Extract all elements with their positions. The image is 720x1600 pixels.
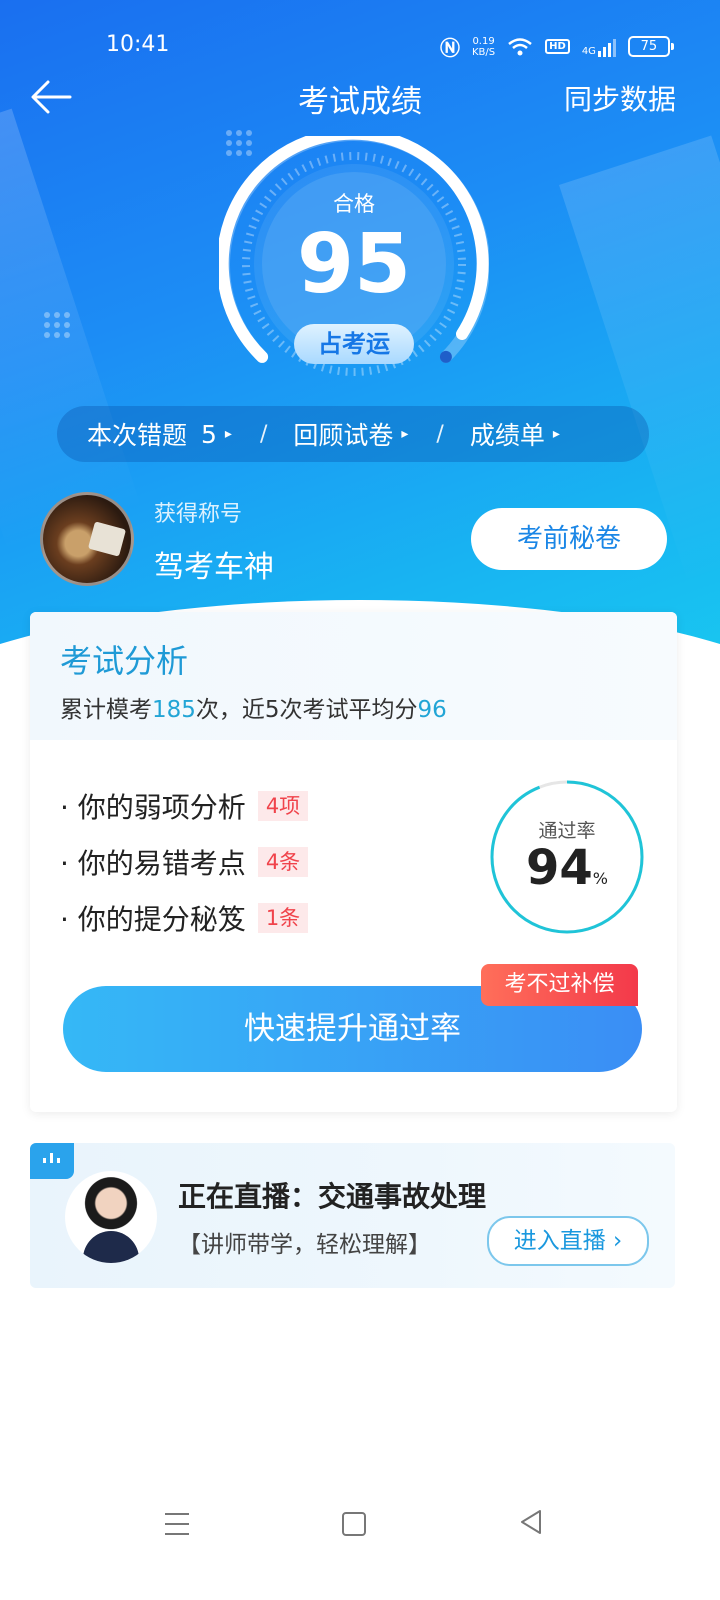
battery-icon: 75 xyxy=(627,36,674,57)
exam-score: 95 xyxy=(296,217,412,312)
chevron-right-icon: › xyxy=(613,1228,623,1254)
triangle-right-icon: ▸ xyxy=(552,426,560,442)
compensation-badge: 考不过补偿 xyxy=(481,964,638,1006)
honor-label: 获得称号 xyxy=(154,502,243,527)
honor-name: 驾考车神 xyxy=(154,550,274,585)
status-time: 10:41 xyxy=(106,32,170,57)
analysis-summary: 累计模考185次，近5次考试平均分96 xyxy=(60,697,447,723)
network-type: 4G xyxy=(581,45,596,57)
live-title: 正在直播：交通事故处理 xyxy=(178,1180,487,1213)
wrong-questions-link[interactable]: 本次错题 5 ▸ xyxy=(87,416,232,452)
signal-icon xyxy=(597,37,616,57)
user-avatar[interactable] xyxy=(40,492,134,586)
enter-live-button[interactable]: 进入直播 › xyxy=(487,1216,649,1266)
separator: / xyxy=(259,421,268,447)
separator: / xyxy=(436,421,444,447)
quick-links-bar: 本次错题 5 ▸ / 回顾试卷 ▸ / 成绩单 ▸ xyxy=(57,406,649,462)
review-paper-link[interactable]: 回顾试卷 ▸ xyxy=(293,416,408,452)
hd-icon: HD xyxy=(545,39,570,54)
triangle-right-icon: ▸ xyxy=(401,426,409,442)
live-subtitle: 【讲师带学，轻松理解】 xyxy=(178,1232,431,1258)
pass-rate-label: 通过率 xyxy=(538,820,596,842)
count-tag: 1条 xyxy=(257,903,309,933)
pass-rate-value: 94% xyxy=(526,840,608,896)
triangle-right-icon: ▸ xyxy=(224,426,232,442)
sync-data-button[interactable]: 同步数据 xyxy=(564,78,676,118)
system-nav-bar xyxy=(0,1495,720,1555)
count-tag: 4项 xyxy=(257,791,309,821)
home-nav-icon[interactable] xyxy=(342,1512,366,1536)
back-nav-icon[interactable] xyxy=(516,1507,546,1537)
decor-dots xyxy=(44,312,70,338)
error-prone-points-item[interactable]: · 你的易错考点 4条 xyxy=(60,834,309,890)
wifi-icon xyxy=(508,37,532,55)
net-speed: 0.19 KB/S xyxy=(472,35,496,58)
fortune-button[interactable]: 占考运 xyxy=(294,324,414,364)
transcript-link[interactable]: 成绩单 ▸ xyxy=(470,416,560,452)
live-stream-banner[interactable]: 正在直播：交通事故处理 【讲师带学，轻松理解】 进入直播 › xyxy=(30,1143,675,1288)
menu-nav-icon[interactable] xyxy=(165,1513,189,1535)
score-tips-item[interactable]: · 你的提分秘笈 1条 xyxy=(60,890,309,946)
pass-status: 合格 xyxy=(333,192,375,216)
pre-exam-secret-button[interactable]: 考前秘卷 xyxy=(471,508,667,570)
exam-analysis-card: 考试分析 累计模考185次，近5次考试平均分96 · 你的弱项分析 4项 · 你的… xyxy=(30,612,677,1112)
nfc-icon: Ⓝ xyxy=(440,36,460,60)
lecturer-avatar xyxy=(65,1171,157,1263)
weakness-analysis-item[interactable]: · 你的弱项分析 4项 xyxy=(60,778,309,834)
live-bars-icon xyxy=(30,1143,74,1179)
analysis-title: 考试分析 xyxy=(60,642,189,680)
count-tag: 4条 xyxy=(257,847,309,877)
